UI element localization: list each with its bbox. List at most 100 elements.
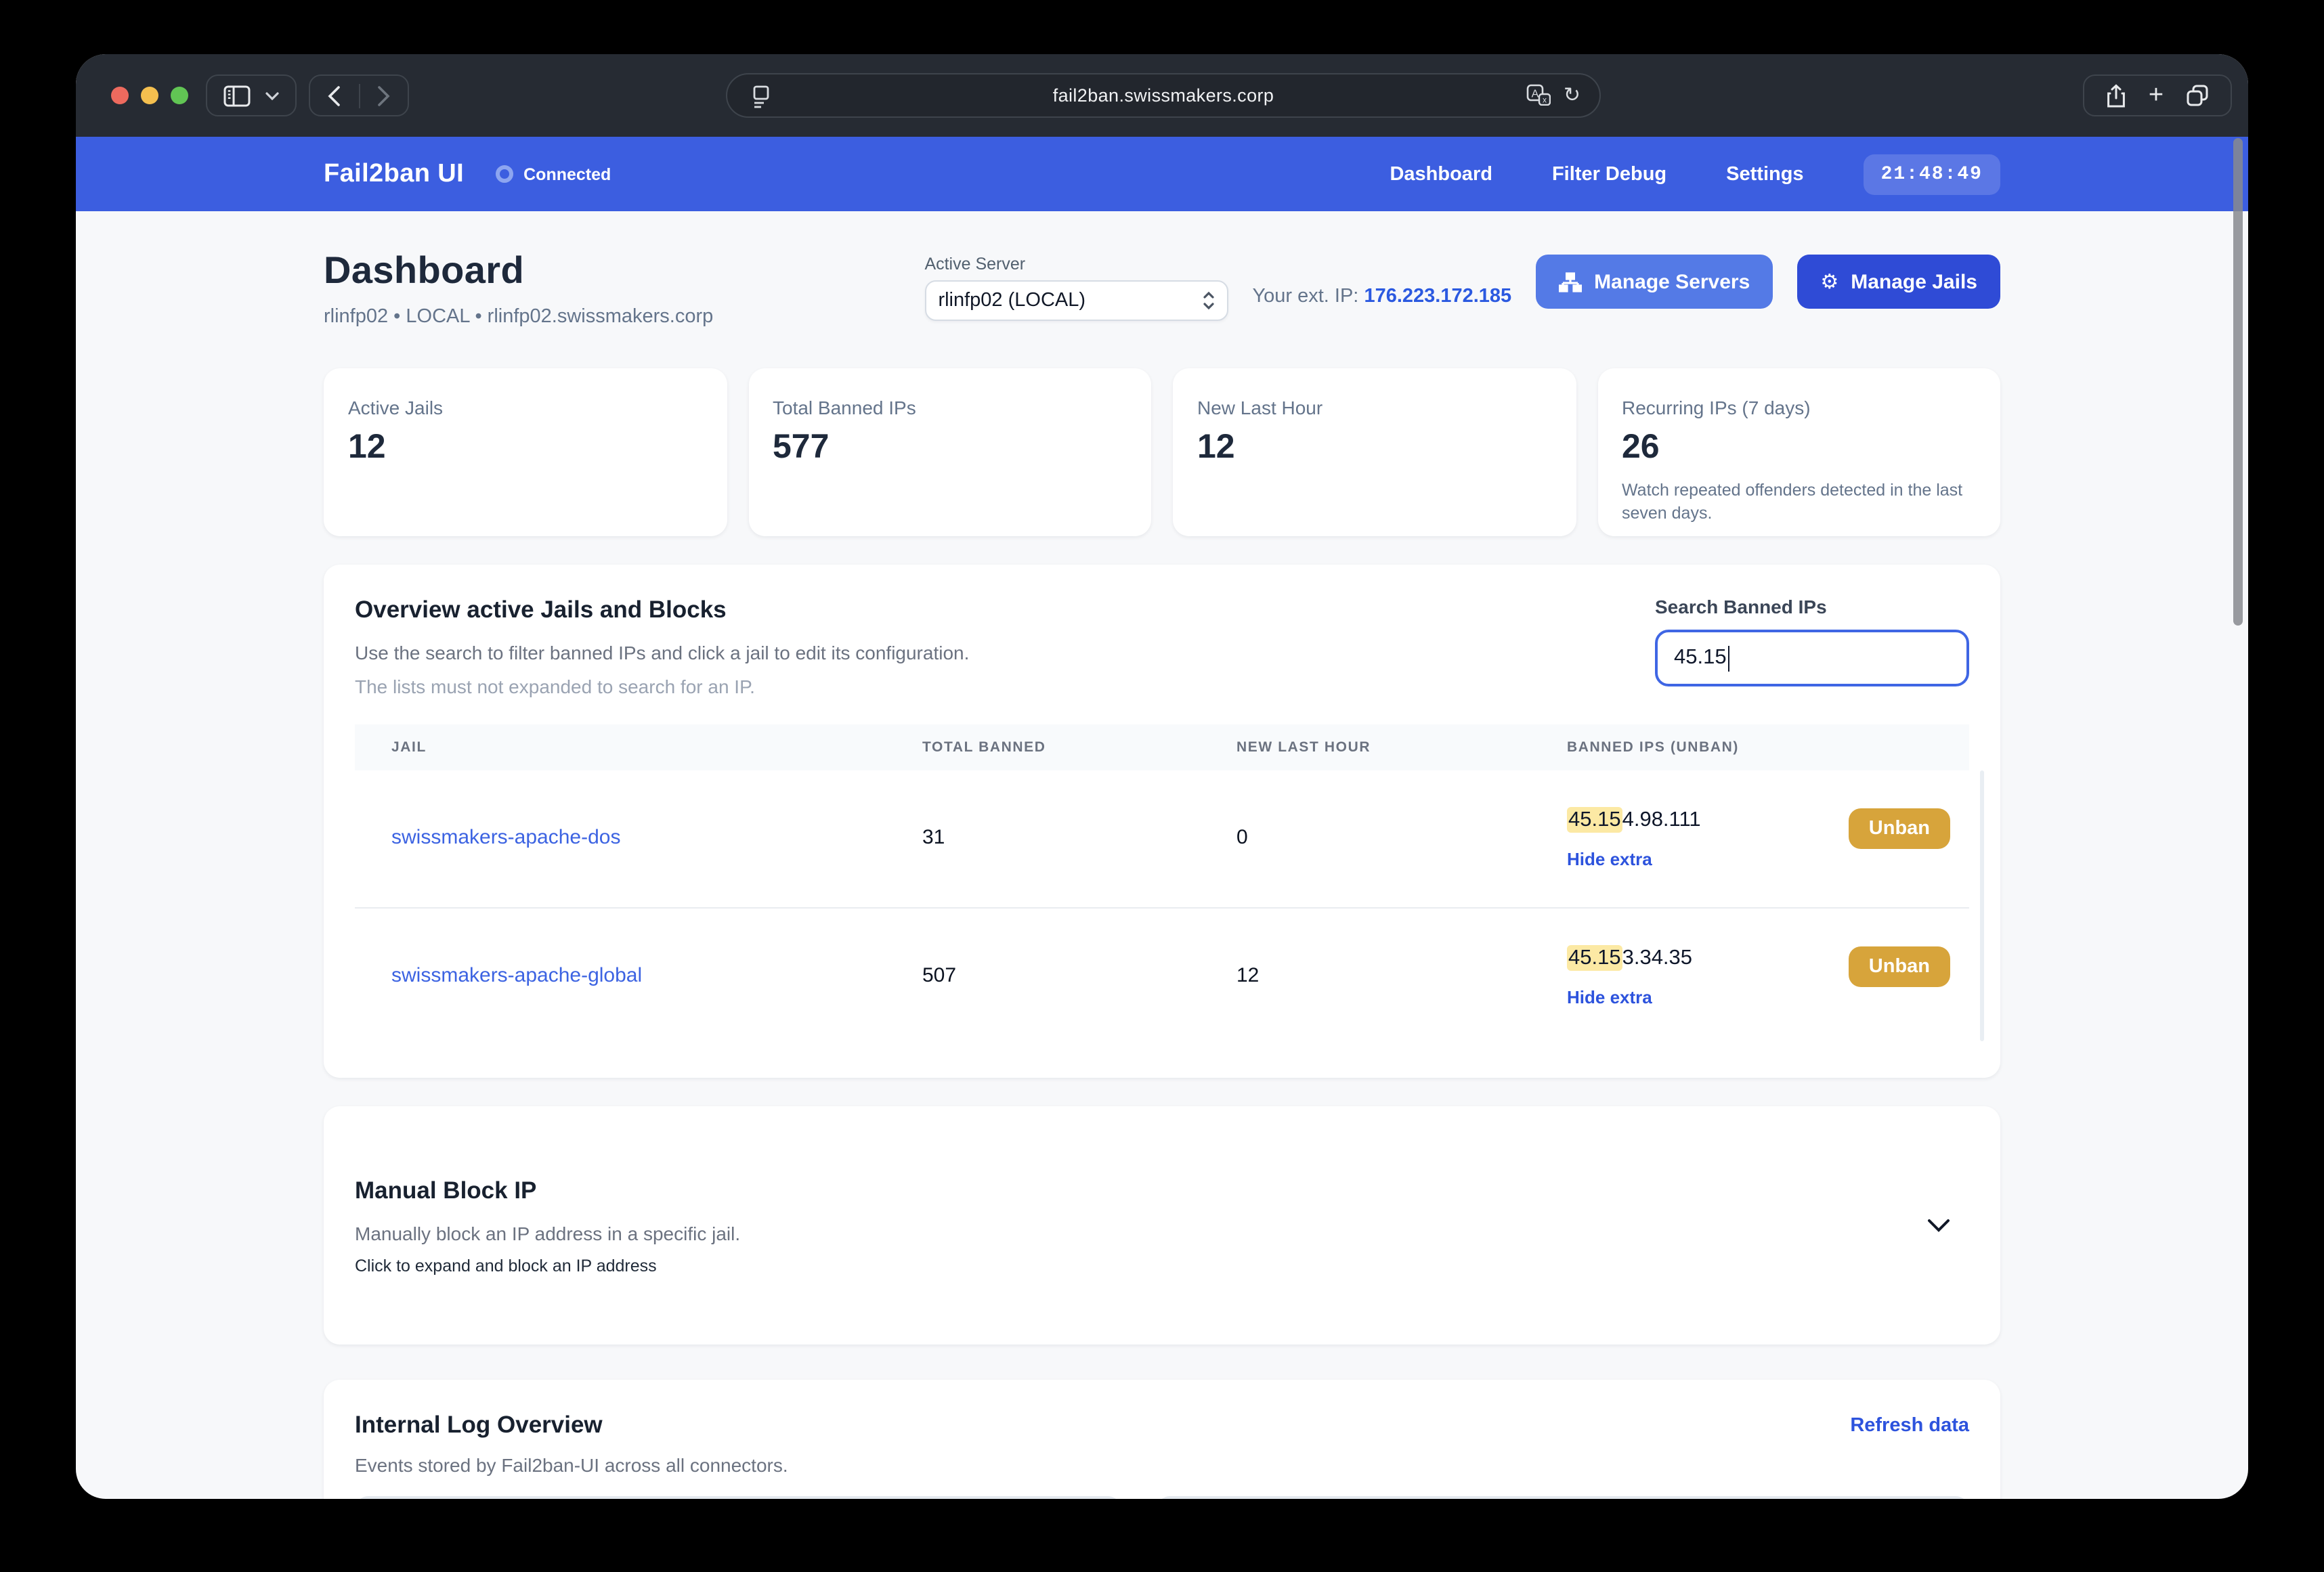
- connection-status-label: Connected: [523, 165, 611, 183]
- stat-value: 12: [348, 428, 386, 466]
- manage-servers-label: Manage Servers: [1594, 270, 1750, 293]
- banned-ip-rest: 4.98.111: [1622, 808, 1701, 831]
- nav-item-dashboard[interactable]: Dashboard: [1390, 163, 1492, 185]
- internal-log-title: Internal Log Overview: [355, 1411, 603, 1438]
- stat-value: 12: [1197, 428, 1235, 466]
- log-filter-input[interactable]: [355, 1496, 1121, 1499]
- col-header-jail: Jail: [391, 739, 427, 756]
- sidebar-chevron-down-icon[interactable]: [266, 91, 280, 100]
- internal-log-desc: Events stored by Fail2ban-UI across all …: [355, 1454, 788, 1476]
- clock-badge: 21:48:49: [1863, 154, 2000, 194]
- manual-block-desc: Manually block an IP address in a specif…: [355, 1222, 741, 1244]
- gear-icon: ⚙: [1820, 270, 1839, 293]
- overview-text-block: Overview active Jails and Blocks Use the…: [355, 596, 969, 697]
- zoom-window-button[interactable]: [171, 87, 188, 104]
- new-last-hour-value: 12: [1236, 964, 1260, 987]
- stat-card-recurring-ips: Recurring IPs (7 days) 26 Watch repeated…: [1597, 368, 2000, 536]
- stat-card-new-last-hour: New Last Hour 12: [1173, 368, 1576, 536]
- overview-desc-2: The lists must not expanded to search fo…: [355, 676, 755, 697]
- search-banned-ips-label: Search Banned IPs: [1655, 596, 1827, 617]
- search-banned-ips-input[interactable]: 45.15: [1655, 630, 1969, 686]
- active-server-group: Active Server rlinfp02 (LOCAL): [924, 255, 1228, 321]
- banned-ip: 45.15 3.34.35: [1567, 945, 1849, 971]
- reload-icon[interactable]: ↻: [1564, 85, 1580, 105]
- search-match-highlight: 45.15: [1567, 945, 1622, 971]
- stat-cards: Active Jails 12 Total Banned IPs 577 New…: [324, 368, 2000, 536]
- expand-chevron-down-icon[interactable]: [1927, 1219, 1969, 1232]
- refresh-data-link[interactable]: Refresh data: [1850, 1414, 1969, 1436]
- internal-log-card: Internal Log Overview Refresh data Event…: [324, 1380, 2000, 1499]
- unban-button[interactable]: Unban: [1848, 946, 1950, 987]
- svg-text:x: x: [1543, 95, 1547, 105]
- browser-titlebar: fail2ban.swissmakers.corp A x ↻ +: [76, 54, 2248, 137]
- sidebar-icon[interactable]: [223, 85, 250, 106]
- page-subtitle: rlinfp02 • LOCAL • rlinfp02.swissmakers.…: [324, 306, 714, 328]
- stat-label: Recurring IPs (7 days): [1622, 397, 1811, 418]
- stat-card-active-jails: Active Jails 12: [324, 368, 727, 536]
- table-scrollbar[interactable]: [1980, 770, 1984, 1041]
- stat-value: 577: [773, 428, 830, 466]
- manage-jails-button[interactable]: ⚙ Manage Jails: [1797, 255, 2000, 309]
- window-actions-group: +: [2083, 74, 2232, 116]
- text-caret: [1727, 645, 1730, 671]
- jails-table: Jail Total Banned New Last Hour Banned I…: [355, 724, 1984, 1047]
- address-bar[interactable]: fail2ban.swissmakers.corp A x ↻: [726, 73, 1601, 118]
- manage-servers-button[interactable]: Manage Servers: [1536, 255, 1773, 309]
- external-ip-value: 176.223.172.185: [1364, 286, 1512, 307]
- total-banned-value: 507: [922, 964, 957, 987]
- unban-button[interactable]: Unban: [1848, 808, 1950, 849]
- traffic-lights: [111, 87, 188, 104]
- tab-overview-icon[interactable]: [2186, 84, 2209, 107]
- hide-extra-link[interactable]: Hide extra: [1567, 987, 1849, 1007]
- search-value: 45.15: [1674, 646, 1727, 669]
- connection-status-icon: [495, 165, 513, 183]
- col-header-new-last-hour: New Last Hour: [1236, 739, 1371, 756]
- nav-item-filter-debug[interactable]: Filter Debug: [1552, 163, 1666, 185]
- active-server-select[interactable]: rlinfp02 (LOCAL): [924, 280, 1228, 321]
- forward-icon[interactable]: [377, 85, 391, 106]
- overview-title: Overview active Jails and Blocks: [355, 596, 727, 623]
- jail-link[interactable]: swissmakers-apache-global: [391, 964, 922, 1047]
- nav-item-settings[interactable]: Settings: [1726, 163, 1803, 185]
- url-text: fail2ban.swissmakers.corp: [1052, 85, 1274, 106]
- col-header-total-banned: Total Banned: [922, 739, 1046, 756]
- manage-jails-label: Manage Jails: [1851, 270, 1977, 293]
- stat-note: Watch repeated offenders detected in the…: [1622, 481, 1963, 523]
- manual-block-card[interactable]: Manual Block IP Manually block an IP add…: [324, 1106, 2000, 1345]
- back-icon[interactable]: [327, 85, 341, 106]
- search-banned-ips-group: Search Banned IPs 45.15: [1655, 596, 1969, 697]
- banned-ip-rest: 3.34.35: [1622, 946, 1693, 969]
- overview-desc-1: Use the search to filter banned IPs and …: [355, 642, 970, 663]
- new-tab-plus-icon[interactable]: +: [2149, 83, 2164, 108]
- stat-value: 26: [1622, 428, 1660, 466]
- stat-card-total-banned: Total Banned IPs 577: [748, 368, 1151, 536]
- overview-card: Overview active Jails and Blocks Use the…: [324, 565, 2000, 1078]
- total-banned-value: 31: [922, 826, 945, 849]
- svg-text:A: A: [1532, 89, 1540, 100]
- hide-extra-link[interactable]: Hide extra: [1567, 849, 1849, 869]
- translate-icon[interactable]: A x: [1527, 84, 1551, 106]
- manual-block-hint: Click to expand and block an IP address: [355, 1256, 657, 1275]
- jail-link[interactable]: swissmakers-apache-dos: [391, 826, 922, 907]
- banned-ip: 45.15 4.98.111: [1567, 807, 1849, 833]
- active-server-value: rlinfp02 (LOCAL): [938, 290, 1086, 311]
- stat-label: Total Banned IPs: [773, 397, 916, 418]
- share-icon[interactable]: [2106, 83, 2126, 108]
- search-match-highlight: 45.15: [1567, 807, 1622, 833]
- page-format-icon[interactable]: [752, 85, 771, 108]
- col-header-banned-ips: Banned IPs (Unban): [1567, 739, 1739, 756]
- log-filter-select[interactable]: [1157, 1496, 1969, 1499]
- external-ip-label: Your ext. IP:: [1252, 286, 1359, 307]
- sidebar-toggle-group: [206, 74, 297, 116]
- table-row: swissmakers-apache-dos 31 0 45.15 4.98.11…: [355, 770, 1969, 909]
- close-window-button[interactable]: [111, 87, 129, 104]
- history-nav-group: [309, 74, 409, 116]
- browser-scrollbar[interactable]: [2233, 138, 2243, 626]
- minimize-window-button[interactable]: [141, 87, 158, 104]
- screen: fail2ban.swissmakers.corp A x ↻ + Fail2b…: [0, 0, 2324, 1572]
- select-updown-icon: [1203, 291, 1214, 310]
- jails-table-header: Jail Total Banned New Last Hour Banned I…: [355, 724, 1969, 770]
- new-last-hour-value: 0: [1236, 826, 1248, 849]
- table-row: swissmakers-apache-global 507 12 45.15 3.…: [355, 909, 1969, 1047]
- stat-label: New Last Hour: [1197, 397, 1323, 418]
